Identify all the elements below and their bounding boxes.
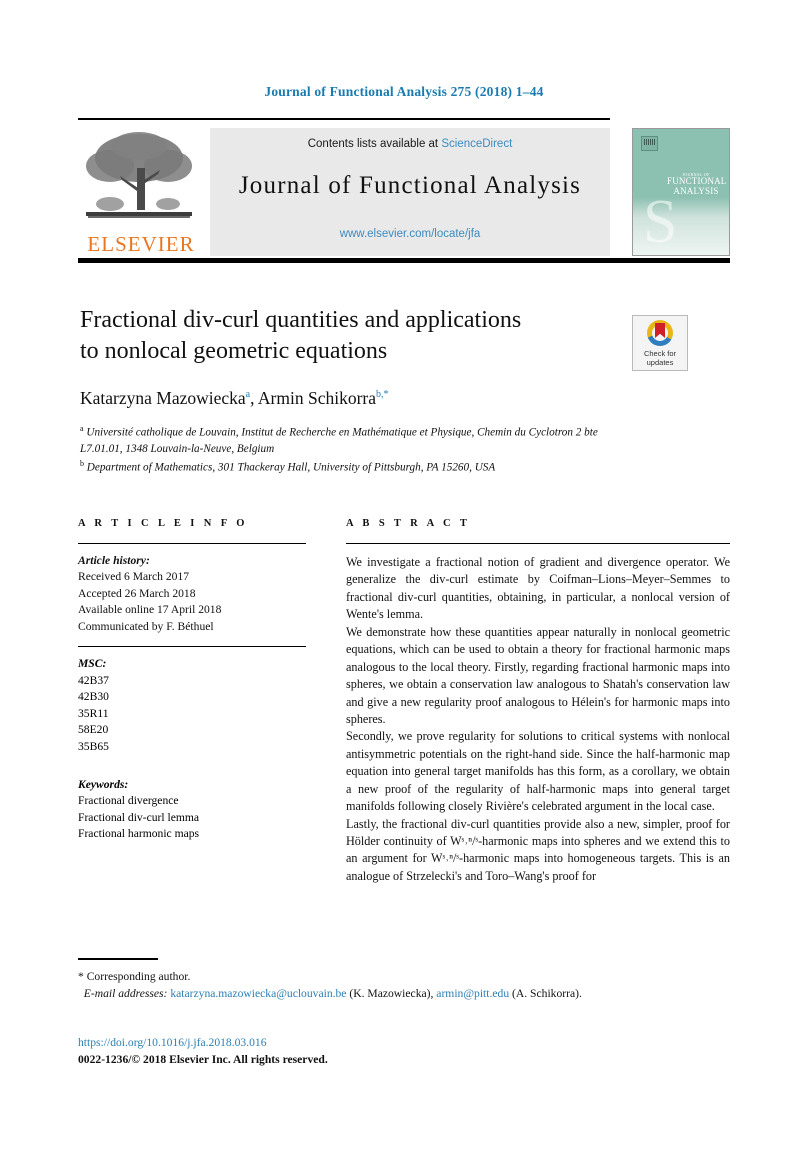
journal-masthead: ELSEVIER Contents lists available at Sci… xyxy=(78,118,730,263)
abstract-paragraph: Secondly, we prove regularity for soluti… xyxy=(346,729,730,814)
article-history-item: Communicated by F. Béthuel xyxy=(78,619,214,633)
msc-code: 42B37 xyxy=(78,673,109,687)
author-separator: , xyxy=(250,388,258,409)
article-history-label: Article history: xyxy=(78,554,150,567)
keyword-item: Fractional divergence xyxy=(78,794,179,808)
article-history-item: Received 6 March 2017 xyxy=(78,570,190,584)
crossmark-label-line1: Check for xyxy=(643,349,677,358)
running-head: Journal of Functional Analysis 275 (2018… xyxy=(264,84,544,99)
author-name: Armin Schikorra xyxy=(257,388,377,409)
abstract-paragraph: Lastly, the fractional div-curl quantiti… xyxy=(346,816,730,883)
cover-title-text: JOURNAL OF FUNCTIONAL ANALYSIS xyxy=(667,172,726,196)
footnote-block: * Corresponding author. E-mail addresses… xyxy=(78,958,730,1002)
elsevier-wordmark: ELSEVIER xyxy=(87,232,195,256)
article-info-heading: A R T I C L E I N F O xyxy=(78,518,248,529)
msc-code: 35B65 xyxy=(78,739,109,753)
msc-code: 58E20 xyxy=(78,723,109,737)
journal-title: Journal of Functional Analysis xyxy=(238,172,582,199)
email-owner-mazowiecka: (K. Mazowiecka), xyxy=(349,986,434,1000)
elsevier-tree-icon xyxy=(86,132,192,218)
masthead-grey-panel: Contents lists available at ScienceDirec… xyxy=(210,128,610,256)
email-link-mazowiecka[interactable]: katarzyna.mazowiecka@uclouvain.be xyxy=(170,987,346,1000)
cover-swirl-graphic: S xyxy=(643,188,678,256)
corresponding-author-note: * Corresponding author. xyxy=(78,968,730,985)
corresponding-author-text: Corresponding author. xyxy=(86,969,191,983)
doi-copyright-block: https://doi.org/10.1016/j.jfa.2018.03.01… xyxy=(78,1034,730,1069)
journal-cover-thumbnail: S JOURNAL OF FUNCTIONAL ANALYSIS xyxy=(632,128,730,256)
affiliation-item: b Department of Mathematics, 301 Thacker… xyxy=(80,458,620,476)
msc-group: MSC: 42B37 42B30 35R11 58E20 35B65 xyxy=(78,656,306,755)
msc-code: 42B30 xyxy=(78,690,109,704)
corresponding-author-marker: * xyxy=(78,969,84,983)
article-history-item: Accepted 26 March 2018 xyxy=(78,586,196,600)
abstract-paragraph: We demonstrate how these quantities appe… xyxy=(346,624,730,726)
author-list: Katarzyna Mazowieckaa, Armin Schikorrab,… xyxy=(80,388,620,409)
paper-page: Journal of Functional Analysis 275 (2018… xyxy=(0,0,808,1162)
abstract-divider xyxy=(346,543,730,544)
title-block: Fractional div-curl quantities and appli… xyxy=(80,305,620,476)
sciencedirect-link[interactable]: ScienceDirect xyxy=(441,138,512,150)
footnote-rule xyxy=(78,958,158,960)
abstract-paragraph: We investigate a fractional notion of gr… xyxy=(346,555,730,622)
keywords-group: Keywords: Fractional divergence Fraction… xyxy=(78,777,306,843)
affiliation-marker: a xyxy=(80,424,84,434)
msc-code: 35R11 xyxy=(78,706,109,720)
affiliation-list: a Université catholique de Louvain, Inst… xyxy=(80,423,620,475)
doi-link[interactable]: https://doi.org/10.1016/j.jfa.2018.03.01… xyxy=(78,1034,730,1051)
keywords-label: Keywords: xyxy=(78,777,129,791)
crossmark-label: Check for updates xyxy=(633,349,687,367)
article-history-item: Available online 17 April 2018 xyxy=(78,603,222,617)
keyword-item: Fractional div-curl lemma xyxy=(78,810,200,824)
contents-available-line: Contents lists available at ScienceDirec… xyxy=(210,138,610,150)
email-link-schikorra[interactable]: armin@pitt.edu xyxy=(436,987,509,1000)
msc-divider xyxy=(78,646,306,648)
keyword-item: Fractional harmonic maps xyxy=(78,827,200,841)
abstract-column: A B S T R A C T We investigate a fractio… xyxy=(346,518,730,885)
footnote-lines: * Corresponding author. E-mail addresses… xyxy=(78,968,730,1002)
masthead-bottom-rule xyxy=(78,258,730,263)
affiliation-item: a Université catholique de Louvain, Inst… xyxy=(80,423,620,457)
copyright-notice: 0022-1236/© 2018 Elsevier Inc. All right… xyxy=(78,1053,328,1067)
crossmark-label-line2: updates xyxy=(646,358,674,367)
masthead-top-rule xyxy=(78,118,610,120)
paper-title-line1: Fractional div-curl quantities and appli… xyxy=(80,307,522,333)
cover-title-line3: ANALYSIS xyxy=(673,185,719,196)
article-history-group: Article history: Received 6 March 2017 A… xyxy=(78,553,306,635)
contents-prefix-text: Contents lists available at xyxy=(307,138,442,150)
crossmark-bookmark-icon xyxy=(655,323,665,338)
article-info-divider xyxy=(78,543,306,544)
msc-label: MSC: xyxy=(78,657,107,671)
journal-homepage-link[interactable]: www.elsevier.com/locate/jfa xyxy=(210,228,610,240)
affiliation-text: Department of Mathematics, 301 Thackeray… xyxy=(86,461,496,474)
crossmark-ring-icon xyxy=(647,320,673,346)
abstract-heading: A B S T R A C T xyxy=(346,518,471,529)
affiliation-text: Université catholique de Louvain, Instit… xyxy=(80,427,598,456)
email-owner-schikorra: (A. Schikorra). xyxy=(512,986,582,1000)
email-addresses-label: E-mail addresses: xyxy=(83,986,168,1000)
abstract-text: We investigate a fractional notion of gr… xyxy=(346,554,730,885)
author-affil-marker: b,* xyxy=(376,389,389,401)
elsevier-logo: ELSEVIER xyxy=(80,128,200,256)
page-title: Fractional div-curl quantities and appli… xyxy=(80,305,620,366)
article-info-column: A R T I C L E I N F O Article history: R… xyxy=(78,518,306,843)
paper-title-line2: to nonlocal geometric equations xyxy=(80,337,388,364)
affiliation-marker: b xyxy=(80,458,84,468)
cover-barcode-icon xyxy=(641,136,658,151)
crossmark-badge[interactable]: Check for updates xyxy=(632,315,688,371)
email-note: E-mail addresses: katarzyna.mazowiecka@u… xyxy=(78,985,730,1002)
author-name: Katarzyna Mazowiecka xyxy=(80,388,246,409)
